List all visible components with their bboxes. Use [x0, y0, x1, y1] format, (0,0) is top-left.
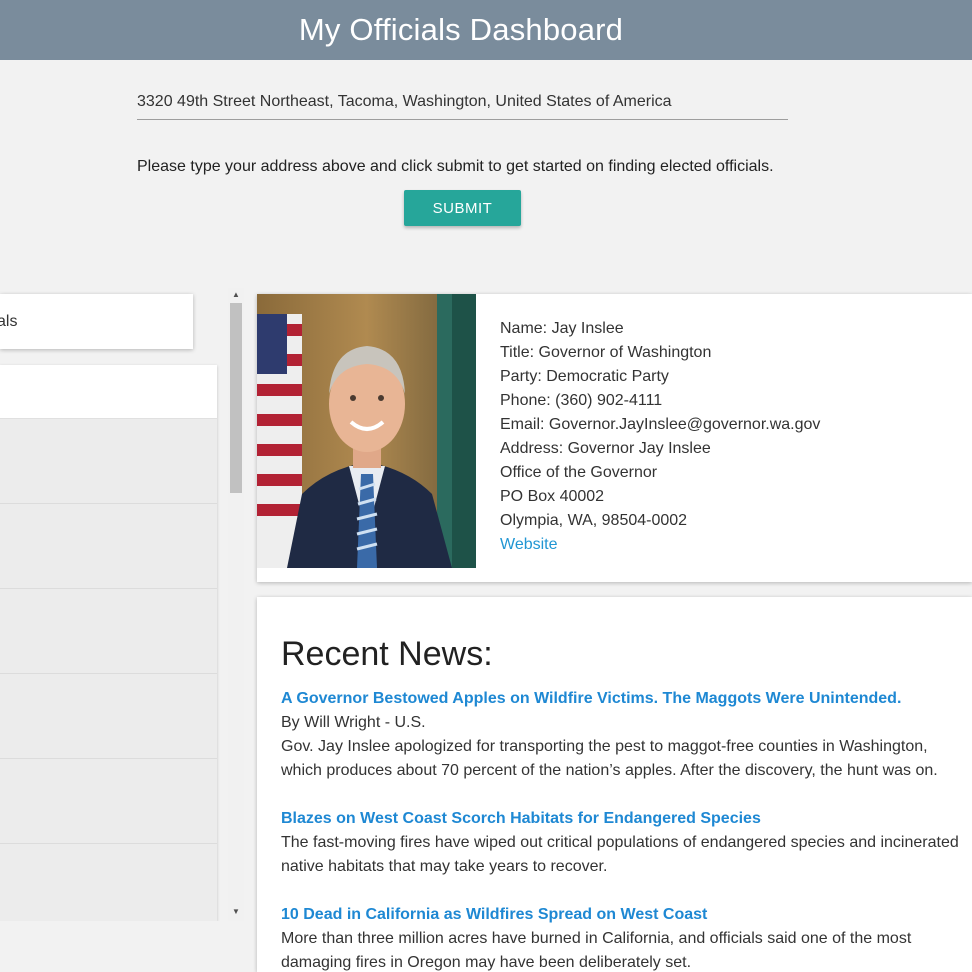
officials-filter-label: als — [0, 312, 18, 330]
news-summary: The fast-moving fires have wiped out cri… — [281, 834, 959, 875]
scroll-down-arrow-icon[interactable]: ▼ — [228, 905, 244, 919]
official-email: Email: Governor.JayInslee@governor.wa.go… — [500, 416, 821, 433]
page-title: My Officials Dashboard — [298, 12, 624, 47]
official-details: Name: Jay Inslee Title: Governor of Wash… — [500, 317, 820, 557]
official-name: Name: Jay Inslee — [500, 320, 624, 337]
sidebar-scrollbar-thumb[interactable] — [230, 303, 242, 493]
news-list: A Governor Bestowed Apples on Wildfire V… — [281, 687, 971, 972]
scroll-up-arrow-icon[interactable]: ▲ — [228, 288, 244, 302]
official-photo — [257, 294, 476, 568]
official-phone: Phone: (360) 902-4111 — [500, 392, 663, 409]
list-item[interactable] — [0, 759, 217, 844]
officials-list — [0, 365, 217, 921]
address-input[interactable] — [137, 84, 788, 120]
official-card: Name: Jay Inslee Title: Governor of Wash… — [257, 294, 972, 582]
news-item: A Governor Bestowed Apples on Wildfire V… — [281, 687, 971, 783]
official-title: Title: Governor of Washington — [500, 344, 712, 361]
list-item[interactable] — [0, 674, 217, 759]
official-address-line1: Address: Governor Jay Inslee — [500, 440, 711, 457]
news-card: Recent News: A Governor Bestowed Apples … — [257, 597, 972, 972]
instructions-text: Please type your address above and click… — [137, 158, 774, 175]
app-header: My Officials Dashboard — [0, 0, 972, 60]
sidebar-footer-area — [0, 921, 257, 972]
official-address-line4: Olympia, WA, 98504-0002 — [500, 512, 688, 529]
website-link[interactable]: Website — [500, 533, 820, 557]
official-address-line2: Office of the Governor — [500, 464, 658, 481]
news-byline: By Will Wright - U.S. — [281, 714, 426, 731]
news-summary: Gov. Jay Inslee apologized for transport… — [281, 738, 938, 779]
official-party: Party: Democratic Party — [500, 368, 669, 385]
list-item[interactable] — [0, 419, 217, 504]
officials-filter-card[interactable]: als — [0, 294, 193, 349]
list-item[interactable] — [0, 844, 217, 921]
news-item: Blazes on West Coast Scorch Habitats for… — [281, 807, 971, 879]
submit-button[interactable]: SUBMIT — [404, 190, 521, 226]
official-address-line3: PO Box 40002 — [500, 488, 605, 505]
list-item[interactable] — [0, 504, 217, 589]
news-item: 10 Dead in California as Wildfires Sprea… — [281, 903, 971, 972]
news-heading: Recent News: — [281, 635, 493, 673]
news-summary: More than three million acres have burne… — [281, 930, 912, 971]
news-headline-link[interactable]: Blazes on West Coast Scorch Habitats for… — [281, 807, 971, 831]
officials-list-header — [0, 365, 217, 419]
news-headline-link[interactable]: A Governor Bestowed Apples on Wildfire V… — [281, 687, 971, 711]
list-item[interactable] — [0, 589, 217, 674]
news-headline-link[interactable]: 10 Dead in California as Wildfires Sprea… — [281, 903, 971, 927]
